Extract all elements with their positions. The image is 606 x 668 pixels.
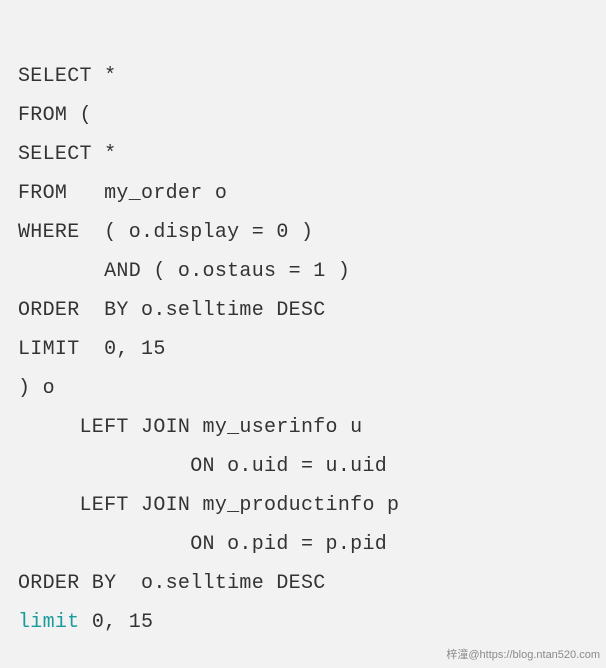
watermark-text: 梓潼@https://blog.ntan520.com — [446, 645, 600, 666]
code-line: SELECT * — [18, 65, 116, 88]
code-line: ON o.pid = p.pid — [18, 533, 387, 556]
code-line: ) o — [18, 377, 55, 400]
sql-code-block: SELECT * FROM ( SELECT * FROM my_order o… — [0, 0, 606, 642]
code-line-last: limit 0, 15 — [18, 611, 153, 634]
code-line: WHERE ( o.display = 0 ) — [18, 221, 313, 244]
code-line: LEFT JOIN my_productinfo p — [18, 494, 399, 517]
code-line: SELECT * — [18, 143, 116, 166]
code-line: FROM my_order o — [18, 182, 227, 205]
code-line: ORDER BY o.selltime DESC — [18, 572, 326, 595]
limit-keyword: limit — [18, 611, 80, 634]
code-line: ON o.uid = u.uid — [18, 455, 387, 478]
code-line: AND ( o.ostaus = 1 ) — [18, 260, 350, 283]
code-line: LIMIT 0, 15 — [18, 338, 166, 361]
code-line: FROM ( — [18, 104, 92, 127]
code-line: LEFT JOIN my_userinfo u — [18, 416, 362, 439]
code-line: ORDER BY o.selltime DESC — [18, 299, 326, 322]
limit-args: 0, 15 — [80, 611, 154, 634]
